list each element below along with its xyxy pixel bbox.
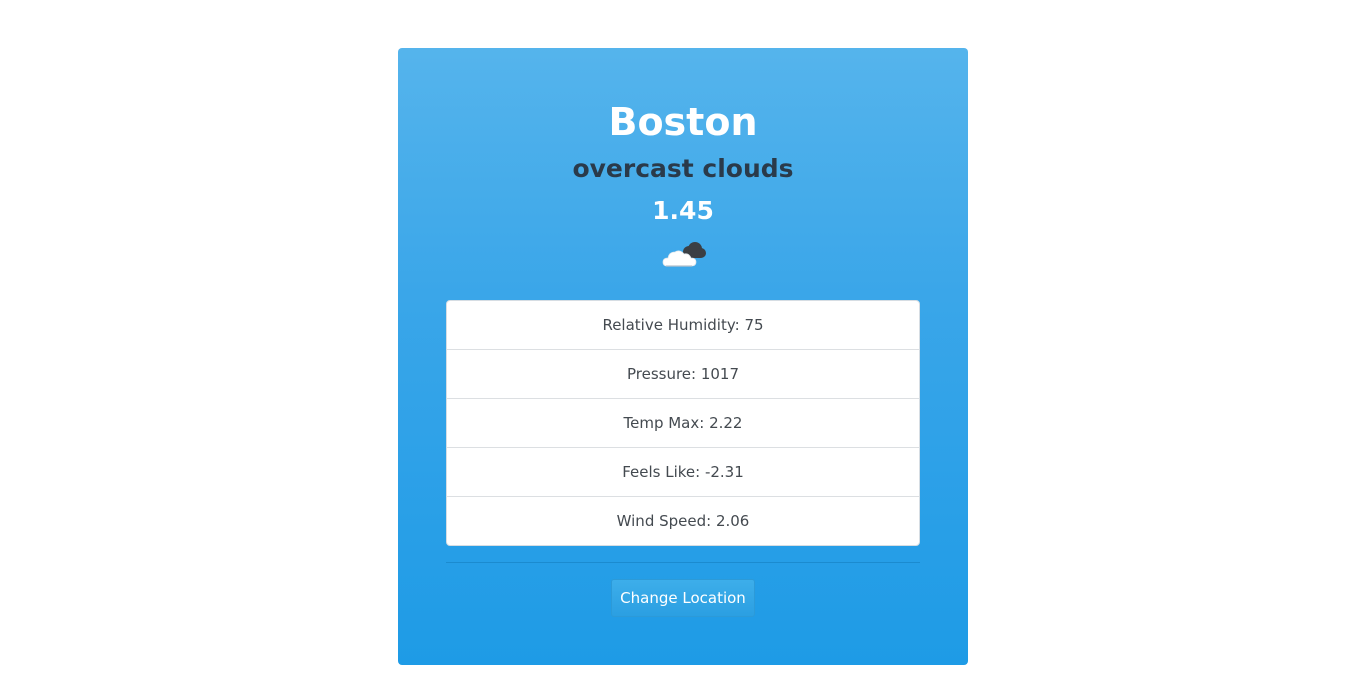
detail-temp-max: Temp Max: 2.22 [447,399,919,448]
weather-details-list: Relative Humidity: 75 Pressure: 1017 Tem… [446,300,920,546]
city-name: Boston [608,100,758,144]
detail-pressure: Pressure: 1017 [447,350,919,399]
overcast-clouds-icon [662,242,706,267]
weather-card: Boston overcast clouds 1.45 Relative Hum… [398,48,968,665]
change-location-button[interactable]: Change Location [611,579,755,617]
temperature-value: 1.45 [652,196,714,225]
detail-feels-like: Feels Like: -2.31 [447,448,919,497]
weather-description: overcast clouds [572,154,794,183]
detail-humidity: Relative Humidity: 75 [447,301,919,350]
detail-wind-speed: Wind Speed: 2.06 [616,512,750,530]
divider [446,562,920,563]
